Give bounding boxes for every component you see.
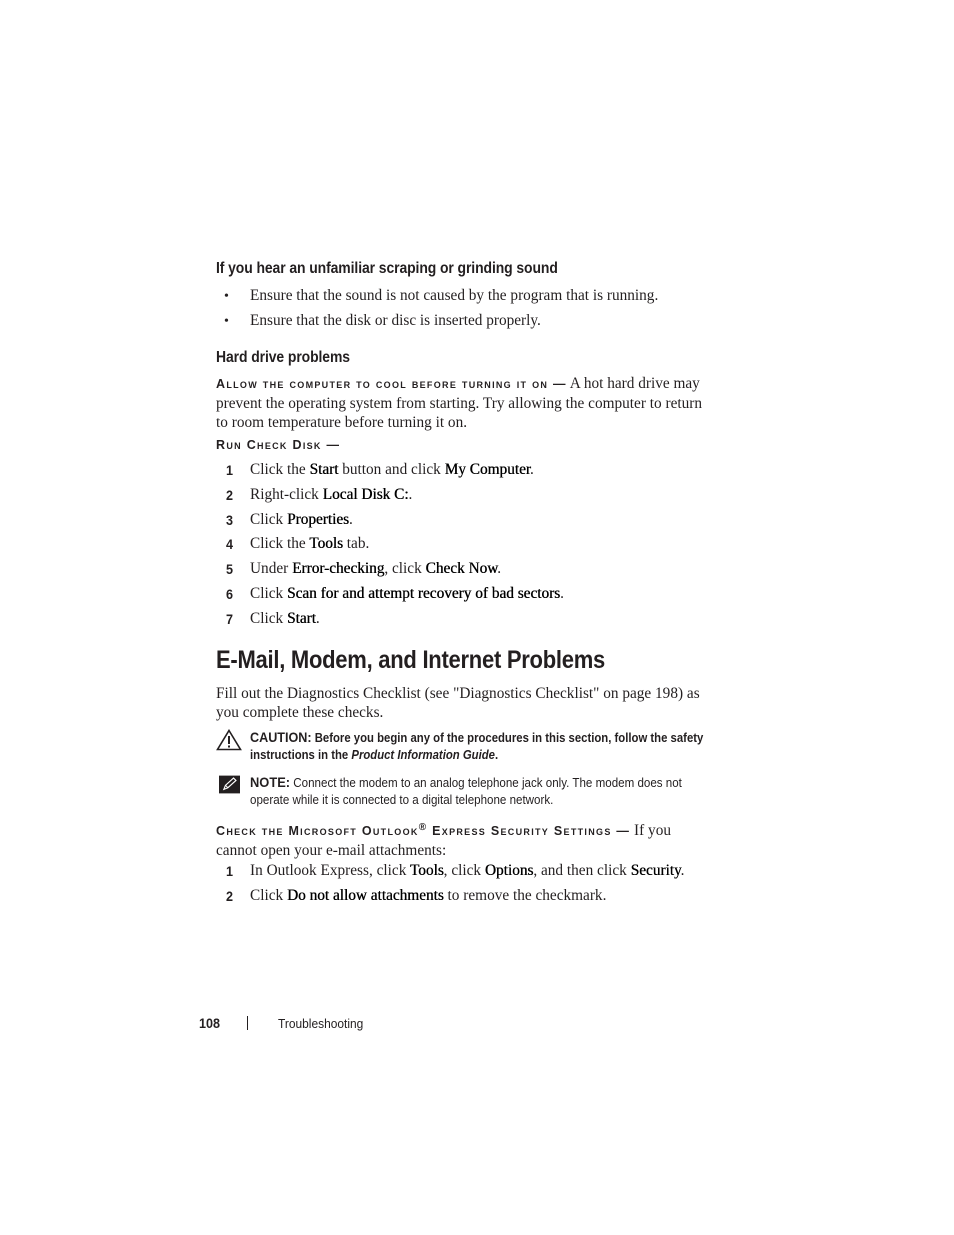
step-text-run: Right-click <box>250 485 323 503</box>
step-text: Click Scan for and attempt recovery of b… <box>250 584 564 603</box>
step-number: 3 <box>226 511 234 528</box>
step-text-run: Click <box>250 510 287 528</box>
step-text: Click Do not allow attachments to remove… <box>250 886 606 905</box>
page-number: 108 <box>199 1015 221 1031</box>
note-text: NOTE: Connect the modem to an analog tel… <box>250 774 724 809</box>
step-number: 2 <box>226 888 234 904</box>
step-text-run: Click the <box>250 535 310 553</box>
ui-term: Check Now <box>425 560 498 578</box>
cool-paragraph: Allow the computer to cool before turnin… <box>216 374 714 432</box>
step-text-run: . <box>408 485 413 503</box>
step-text-run: Click <box>250 609 287 627</box>
email-intro: Fill out the Diagnostics Checklist (see … <box>216 685 700 721</box>
step-text-run: . <box>680 862 685 879</box>
bullet-dot: • <box>224 289 229 304</box>
caution-guide-title: Product Information Guide <box>351 748 495 762</box>
step-number: 2 <box>226 486 234 503</box>
ui-term: Start <box>309 461 339 478</box>
subsection-heading-hard-drive: Hard drive problems <box>216 349 350 366</box>
step-text-run: tab. <box>342 535 370 553</box>
step-text-run: , and then click <box>533 862 631 879</box>
step-text: Click the Tools tab. <box>250 534 369 553</box>
step-item: 4 Click the Tools tab. <box>216 534 716 554</box>
outlook-paragraph: Check the Microsoft Outlook® Express Sec… <box>216 818 714 860</box>
subsection-heading-grinding: If you hear an unfamiliar scraping or gr… <box>216 260 558 277</box>
warning-triangle-icon <box>216 729 242 751</box>
ui-term: Error-checking <box>292 560 385 578</box>
step-text-run: button and click <box>338 461 445 478</box>
step-number: 1 <box>226 863 234 879</box>
step-text-run: Under <box>250 560 293 578</box>
step-number: 5 <box>226 561 234 578</box>
step-text: In Outlook Express, click Tools, click O… <box>250 861 684 880</box>
step-item: 6 Click Scan for and attempt recovery of … <box>216 584 716 604</box>
ui-term: Tools <box>309 535 343 553</box>
step-text: Click Start. <box>250 609 320 628</box>
outlook-lead: Check the Microsoft Outlook® Express Sec… <box>216 822 631 839</box>
step-text: Click the Start button and click My Comp… <box>250 460 534 479</box>
note-body: Connect the modem to an analog telephone… <box>250 776 682 807</box>
step-number: 7 <box>226 610 234 627</box>
step-text-run: , click <box>443 862 485 879</box>
ui-term: Do not allow attachments <box>286 887 444 904</box>
bullet-item: • Ensure that the sound is not caused by… <box>216 286 716 306</box>
step-number: 6 <box>226 586 234 602</box>
bullet-text: Ensure that the disk or disc is inserted… <box>250 312 541 329</box>
step-text-run: . <box>560 585 564 602</box>
step-number: 1 <box>226 462 234 478</box>
ui-term: Security <box>630 862 681 879</box>
step-item: 7 Click Start. <box>216 609 716 629</box>
section-heading-email: E-Mail, Modem, and Internet Problems <box>216 646 606 674</box>
step-text-run: Click <box>250 887 287 904</box>
bullet-item: • Ensure that the disk or disc is insert… <box>216 311 716 331</box>
outlook-lead-part1: Check the Microsoft Outlook <box>216 824 419 839</box>
ui-term: My Computer <box>444 461 531 478</box>
step-text: Under Error-checking, click Check Now. <box>250 559 501 578</box>
step-item: 3 Click Properties. <box>216 510 716 530</box>
ui-term: Scan for and attempt recovery of bad sec… <box>286 585 561 602</box>
step-text-run: . <box>315 609 320 627</box>
step-number: 4 <box>226 536 234 553</box>
bullet-dot: • <box>224 314 229 329</box>
step-item: 2 Right-click Local Disk C:. <box>216 485 716 505</box>
step-text-run: . <box>349 510 353 528</box>
footer-separator <box>247 1016 248 1030</box>
step-item: 2 Click Do not allow attachments to remov… <box>216 886 716 906</box>
step-item: 5 Under Error-checking, click Check Now. <box>216 559 716 579</box>
step-text-run: In Outlook Express, click <box>250 862 410 879</box>
caution-period: . <box>494 748 499 762</box>
ui-term: Start <box>286 609 316 627</box>
ui-term: Local Disk C: <box>322 485 409 503</box>
step-text-run: . <box>497 560 502 578</box>
step-text-run: Click <box>250 585 287 602</box>
check-disk-lead-row: Run Check Disk — <box>216 436 716 454</box>
step-text-run: Click the <box>250 461 310 478</box>
cool-lead: Allow the computer to cool before turnin… <box>216 377 567 391</box>
bullet-text: Ensure that the sound is not caused by t… <box>250 287 659 304</box>
step-text-run: to remove the checkmark. <box>443 887 607 904</box>
step-text: Right-click Local Disk C:. <box>250 485 412 504</box>
ui-term: Options <box>484 862 534 879</box>
step-item: 1 Click the Start button and click My Com… <box>216 460 716 480</box>
step-text-run: . <box>530 461 534 478</box>
step-item: 1 In Outlook Express, click Tools, click … <box>216 861 716 881</box>
step-text-run: , click <box>384 560 426 578</box>
registered-mark: ® <box>418 822 428 833</box>
pencil-note-icon <box>219 775 240 794</box>
caution-lead: CAUTION: <box>250 729 312 745</box>
ui-term: Tools <box>409 862 444 879</box>
caution-text: CAUTION: Before you begin any of the pro… <box>250 729 718 764</box>
outlook-lead-part2: Express Security Settings — <box>432 824 631 839</box>
step-text: Click Properties. <box>250 510 353 529</box>
check-disk-lead: Run Check Disk — <box>216 438 341 452</box>
note-lead: NOTE: <box>250 774 291 790</box>
ui-term: Properties <box>286 510 349 528</box>
footer-section-title: Troubleshooting <box>278 1016 364 1031</box>
